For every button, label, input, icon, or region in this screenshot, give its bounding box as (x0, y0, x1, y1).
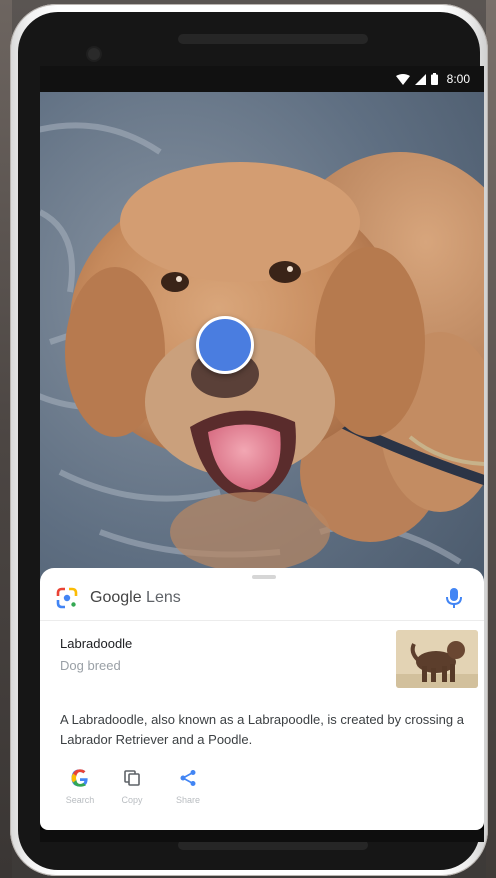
dog-thumbnail-image (396, 630, 478, 688)
navigation-bar (40, 830, 484, 842)
lens-title-product: Lens (146, 589, 181, 606)
share-icon (180, 770, 196, 786)
phone-frame: 8:00 Google Lens Labradoodle Dog breed A… (10, 4, 488, 876)
front-camera (88, 48, 100, 60)
result-actions: Search Copy Share (56, 766, 256, 814)
copy-action-button[interactable]: Copy (108, 766, 156, 814)
camera-viewfinder-photo[interactable] (40, 92, 484, 588)
search-action-label: Search (65, 795, 95, 805)
result-description: A Labradoodle, also known as a Labrapood… (60, 712, 464, 747)
status-bar: 8:00 (40, 66, 484, 92)
share-action-label: Share (175, 795, 201, 805)
top-speaker (178, 34, 368, 44)
copy-action-label: Copy (121, 795, 143, 805)
lens-title: Google Lens (90, 589, 181, 607)
phone-screen: 8:00 Google Lens Labradoodle Dog breed A… (40, 66, 484, 842)
battery-icon (430, 73, 438, 85)
lens-header: Google Lens (56, 584, 468, 612)
search-action-button[interactable]: Search (56, 766, 104, 814)
status-icons: 8:00 (395, 72, 470, 86)
signal-icon (414, 73, 426, 85)
sheet-drag-handle[interactable] (252, 575, 276, 579)
lens-selection-dot[interactable] (196, 316, 254, 374)
header-divider (40, 620, 484, 621)
lens-result-sheet: Google Lens Labradoodle Dog breed A Labr… (40, 568, 484, 830)
copy-icon (124, 770, 140, 786)
dog-photo (40, 92, 484, 588)
lens-title-brand: Google (90, 589, 142, 606)
result-title[interactable]: Labradoodle (60, 636, 132, 651)
result-subtitle: Dog breed (60, 658, 121, 673)
wifi-icon (395, 73, 410, 85)
status-time: 8:00 (446, 72, 470, 86)
google-lens-icon (56, 587, 78, 609)
mic-icon[interactable] (444, 586, 464, 610)
google-g-icon (71, 769, 88, 787)
result-thumbnail[interactable] (396, 630, 478, 688)
share-action-button[interactable]: Share (164, 766, 212, 814)
